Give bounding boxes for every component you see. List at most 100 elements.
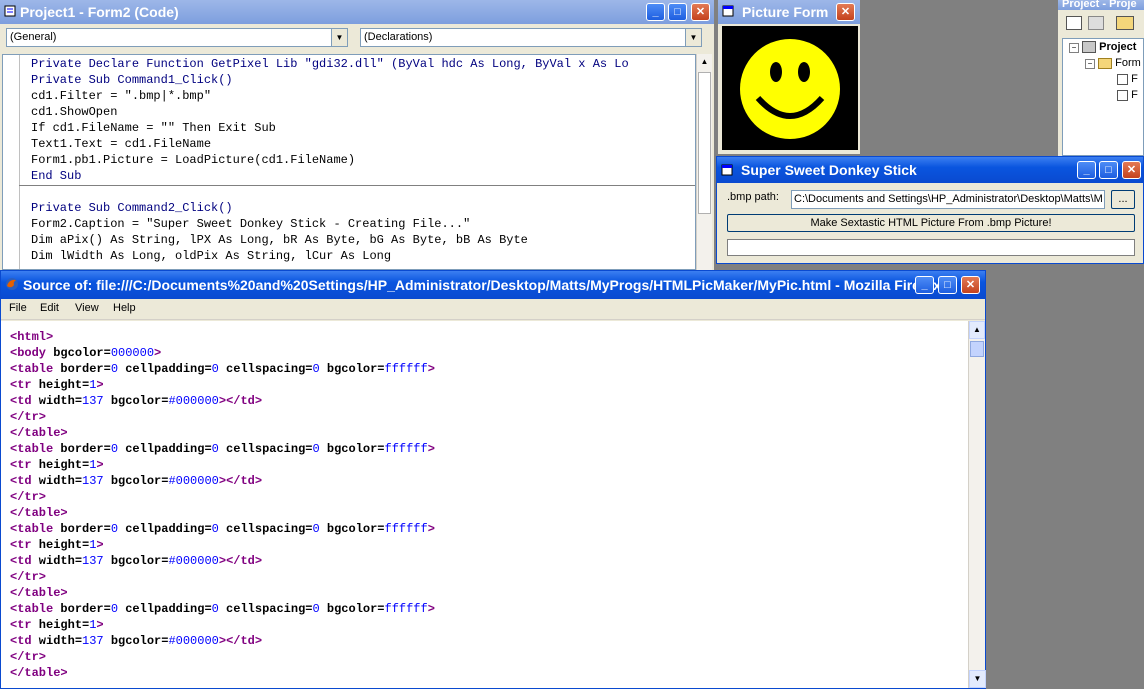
source-tag: </table>	[10, 666, 68, 680]
source-attribute-value: 0	[312, 442, 320, 456]
source-tag-end: >	[96, 378, 104, 392]
source-attribute-value: 000000	[110, 346, 155, 360]
source-attribute-value: ffffff	[384, 602, 428, 616]
scroll-thumb[interactable]	[970, 341, 984, 357]
source-vertical-scrollbar[interactable]: ▲ ▼	[968, 321, 986, 688]
code-window-title: Project1 - Form2 (Code)	[20, 4, 179, 20]
source-tag-end: >	[96, 618, 104, 632]
source-tag-end: >	[427, 522, 435, 536]
chevron-down-icon[interactable]: ▼	[331, 29, 347, 46]
tree-item-project[interactable]: − Project	[1069, 41, 1136, 54]
progress-bar	[727, 239, 1135, 256]
donkey-minimize-button[interactable]: _	[1077, 161, 1096, 179]
view-code-icon[interactable]	[1066, 16, 1082, 30]
code-line: Private Sub Command1_Click()	[31, 73, 233, 87]
smiley-face-image	[740, 39, 840, 139]
firefox-maximize-button[interactable]: □	[938, 276, 957, 294]
form-icon	[1117, 89, 1128, 101]
source-line: </table>	[10, 665, 68, 681]
scroll-thumb[interactable]	[698, 72, 711, 214]
donkey-close-button[interactable]: ✕	[1122, 161, 1141, 179]
code-maximize-button[interactable]: □	[668, 3, 687, 21]
firefox-close-button[interactable]: ✕	[961, 276, 980, 294]
source-tag: <td	[10, 394, 32, 408]
source-line: <tr height=1>	[10, 537, 104, 553]
source-tag-end: >	[96, 458, 104, 472]
source-line: <body bgcolor=000000>	[10, 345, 161, 361]
source-tag: <tr	[10, 458, 32, 472]
menu-help[interactable]: Help	[113, 302, 136, 314]
source-line: </tr>	[10, 649, 46, 665]
code-close-button[interactable]: ✕	[691, 3, 710, 21]
source-tag-end: ></td>	[218, 634, 263, 648]
tree-item-form1[interactable]: F	[1117, 73, 1138, 85]
scroll-up-icon[interactable]: ▲	[969, 321, 985, 339]
picture-box	[722, 26, 858, 150]
code-line: Form2.Caption = "Super Sweet Donkey Stic…	[31, 217, 471, 231]
source-attribute: cellpadding=	[118, 442, 212, 456]
source-view[interactable]: <html> <body bgcolor=000000> <table border…	[1, 321, 968, 688]
browse-button[interactable]: ...	[1111, 190, 1135, 209]
firefox-titlebar[interactable]: Source of: file:///C:/Documents%20and%20…	[1, 271, 985, 299]
source-tag: <body	[10, 346, 47, 360]
source-attribute-value: 0	[110, 602, 119, 616]
source-attribute: width=	[31, 474, 83, 488]
source-attribute-value: 0	[211, 442, 219, 456]
folder-icon	[1098, 57, 1113, 69]
picture-close-button[interactable]: ✕	[836, 3, 855, 21]
code-vertical-scrollbar[interactable]: ▲	[696, 54, 712, 270]
firefox-minimize-button[interactable]: _	[915, 276, 934, 294]
collapse-icon[interactable]: −	[1069, 43, 1079, 53]
donkey-form-title: Super Sweet Donkey Stick	[741, 162, 917, 178]
firefox-window: Source of: file:///C:/Documents%20and%20…	[0, 270, 986, 689]
scroll-down-icon[interactable]: ▼	[969, 670, 986, 688]
view-object-icon[interactable]	[1088, 16, 1104, 30]
code-line: End Sub	[31, 169, 82, 183]
tree-item-forms[interactable]: − Form	[1085, 57, 1141, 69]
source-attribute-value: 0	[211, 602, 219, 616]
source-attribute-value: #000000	[168, 474, 219, 488]
toggle-folders-icon[interactable]	[1116, 16, 1134, 30]
code-line: Dim lWidth As Long, oldPix As String, lC…	[31, 249, 392, 263]
source-tag: <tr	[10, 618, 32, 632]
menu-edit[interactable]: Edit	[40, 302, 59, 314]
make-html-button[interactable]: Make Sextastic HTML Picture From .bmp Pi…	[727, 214, 1135, 232]
firefox-icon	[6, 278, 18, 290]
source-line: </tr>	[10, 409, 46, 425]
source-tag: </table>	[10, 506, 68, 520]
scroll-up-icon[interactable]: ▲	[697, 54, 712, 70]
path-input[interactable]: C:\Documents and Settings\HP_Administrat…	[791, 190, 1105, 209]
source-line: <table border=0 cellpadding=0 cellspacin…	[10, 521, 435, 537]
source-tag: <td	[10, 474, 32, 488]
source-tag: <tr	[10, 378, 32, 392]
source-line: </table>	[10, 585, 68, 601]
project-explorer-title: Project - Proje	[1062, 0, 1137, 10]
source-line: <table border=0 cellpadding=0 cellspacin…	[10, 441, 435, 457]
project-explorer-titlebar[interactable]: Project - Proje	[1058, 0, 1144, 10]
menu-view[interactable]: View	[75, 302, 99, 314]
source-attribute-value: ffffff	[384, 442, 428, 456]
tree-item-form2[interactable]: F	[1117, 89, 1138, 101]
source-tag-end: ></td>	[218, 394, 263, 408]
procedure-combo[interactable]: (Declarations) ▼	[360, 28, 702, 47]
menu-file[interactable]: File	[9, 302, 27, 314]
project-tree[interactable]: − Project − Form F F	[1062, 38, 1144, 156]
code-line: Text1.Text = cd1.FileName	[31, 137, 212, 151]
source-attribute-value: ffffff	[384, 362, 428, 376]
code-minimize-button[interactable]: _	[646, 3, 665, 21]
source-line: <td width=137 bgcolor=#000000></td>	[10, 553, 262, 569]
source-attribute-value: #000000	[168, 554, 219, 568]
code-window-titlebar[interactable]: Project1 - Form2 (Code)	[0, 0, 714, 24]
source-attribute: bgcolor=	[319, 362, 385, 376]
code-editor[interactable]: Private Declare Function GetPixel Lib "g…	[2, 54, 696, 270]
tree-form1-label: F	[1131, 73, 1138, 85]
collapse-icon[interactable]: −	[1085, 59, 1095, 69]
object-combo[interactable]: (General) ▼	[6, 28, 348, 47]
chevron-down-icon[interactable]: ▼	[685, 29, 701, 46]
donkey-maximize-button[interactable]: □	[1099, 161, 1118, 179]
code-line: Private Declare Function GetPixel Lib "g…	[31, 57, 629, 71]
source-attribute: bgcolor=	[103, 474, 169, 488]
source-tag: <tr	[10, 538, 32, 552]
source-line: </tr>	[10, 569, 46, 585]
source-attribute: cellspacing=	[218, 442, 313, 456]
